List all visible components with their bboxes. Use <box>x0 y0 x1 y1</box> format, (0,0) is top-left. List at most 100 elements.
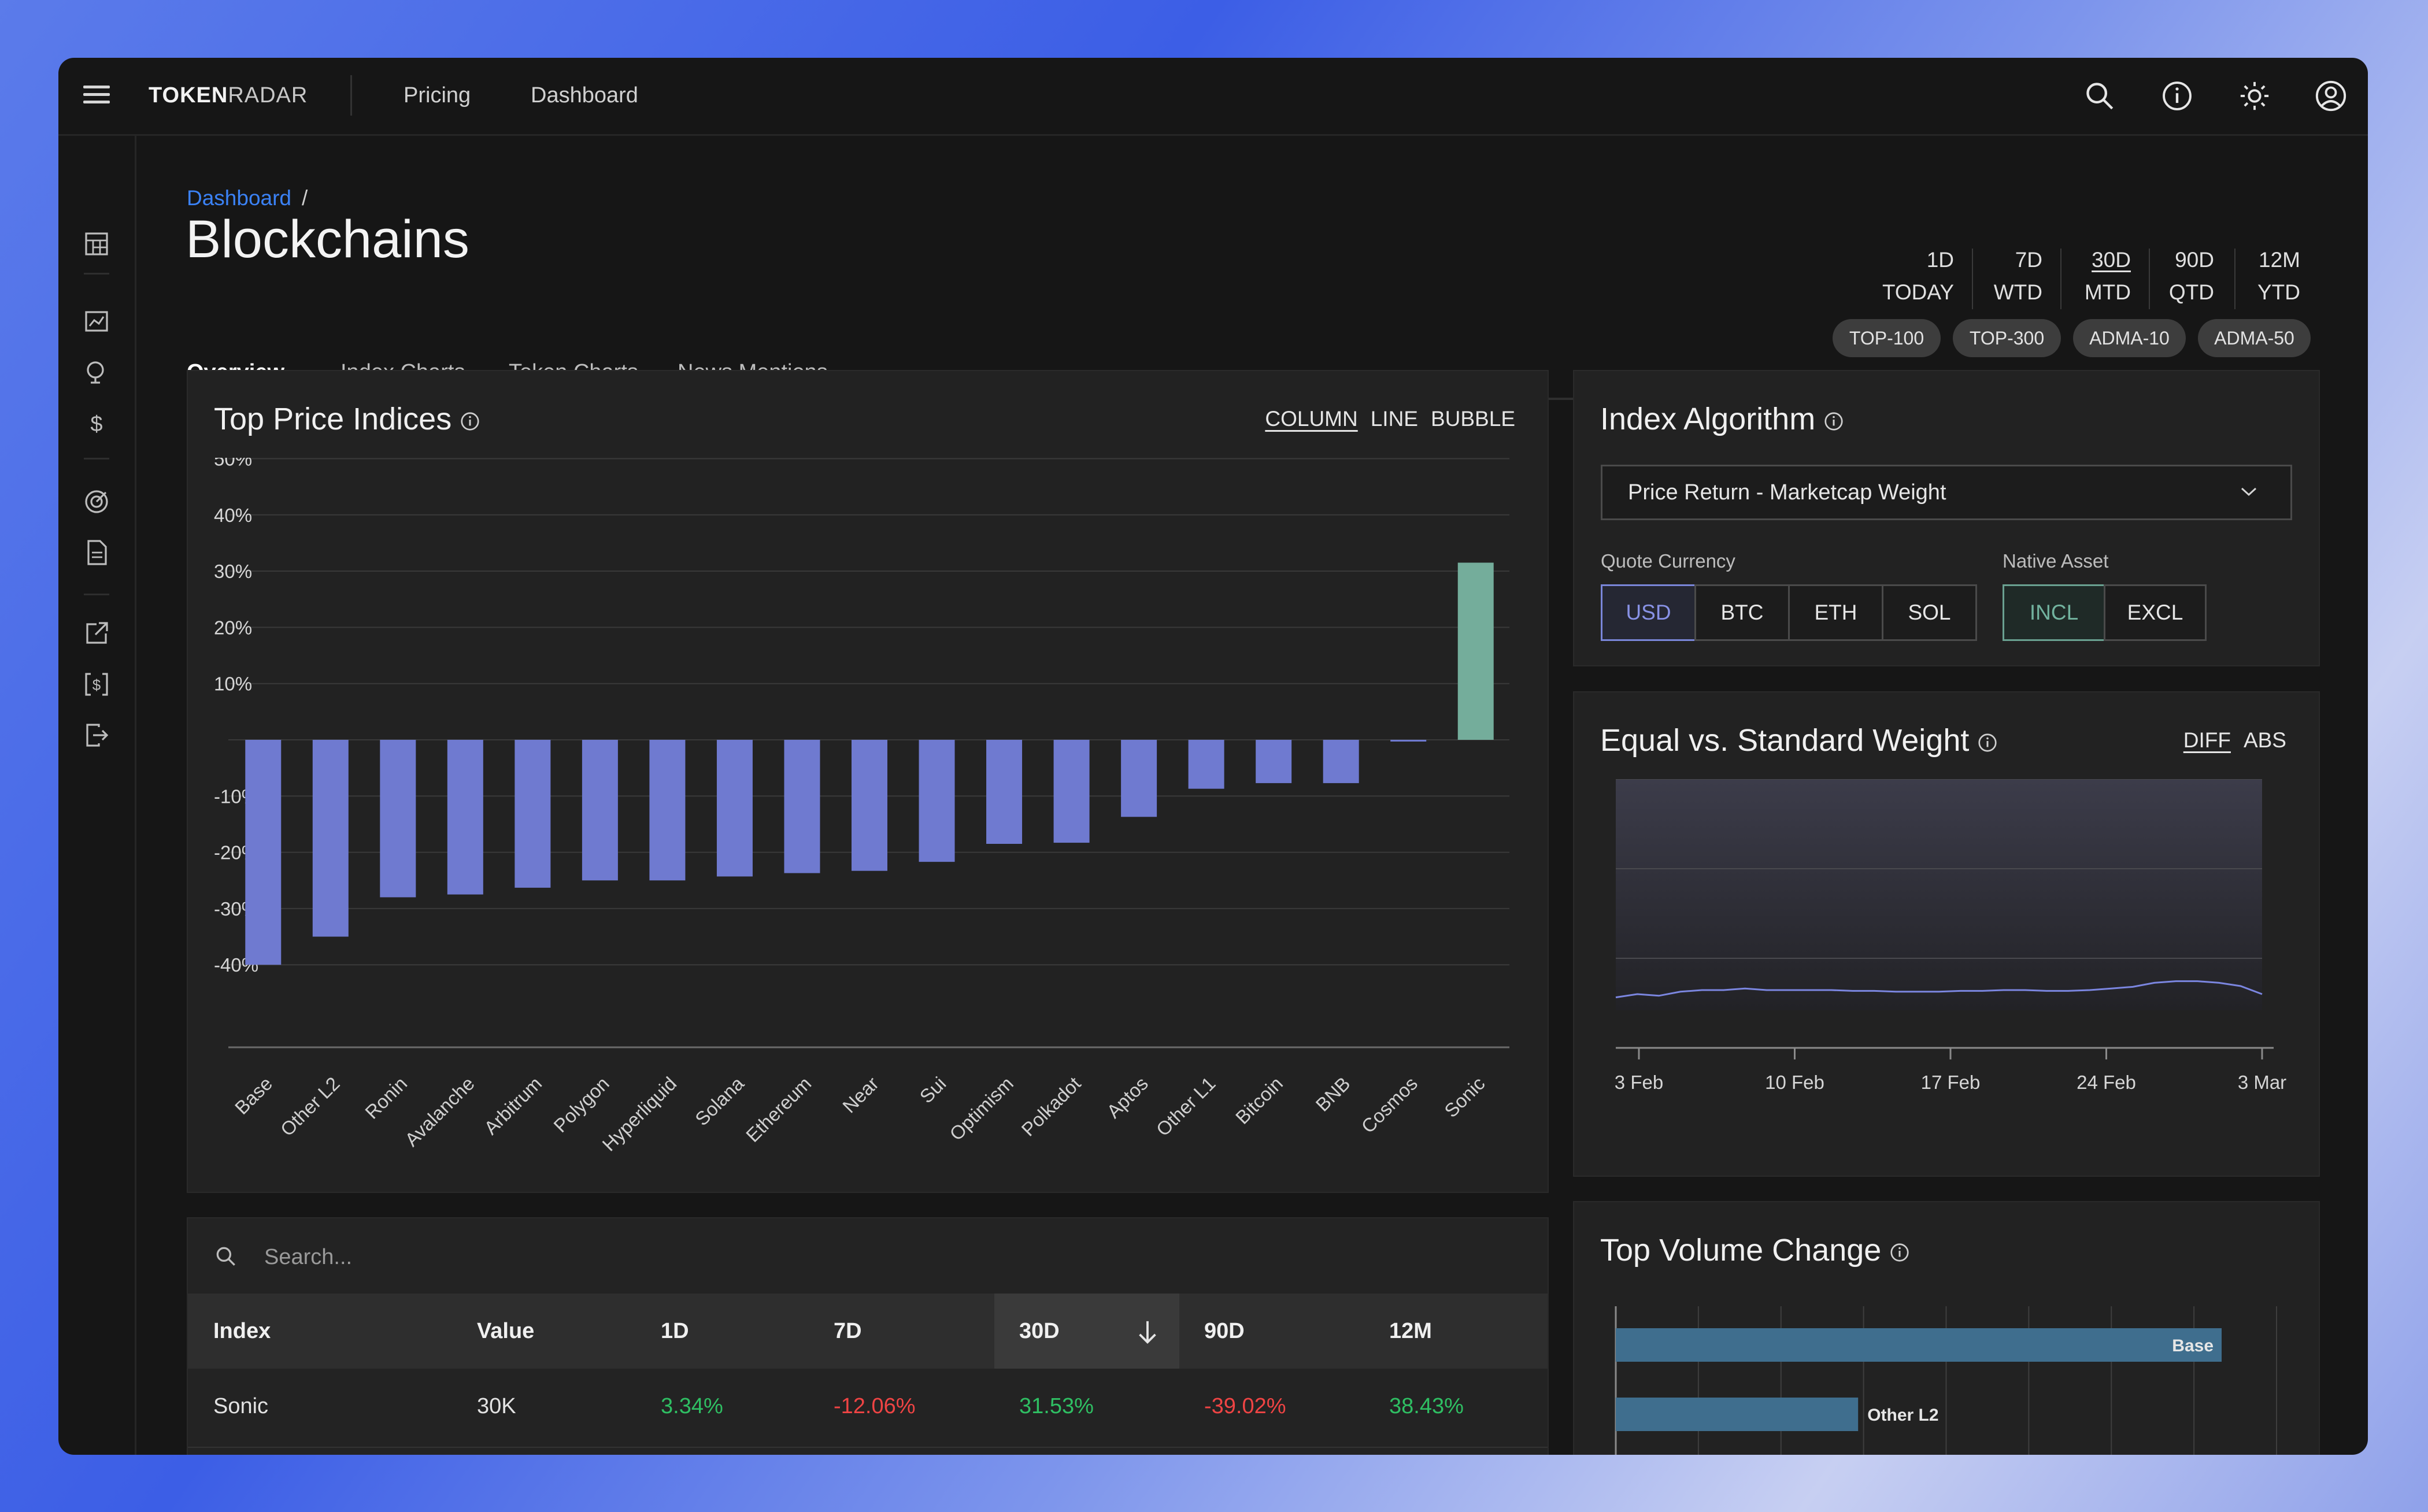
nav-pricing[interactable]: Pricing <box>404 83 471 108</box>
nav-dashboard[interactable]: Dashboard <box>531 83 638 108</box>
bar-hyperliquid <box>649 740 686 881</box>
view-bubble[interactable]: BUBBLE <box>1431 407 1515 431</box>
column-header-1d[interactable]: 1D <box>661 1319 689 1344</box>
filter-top-300[interactable]: TOP-300 <box>1953 319 2061 357</box>
column-header-90d[interactable]: 90D <box>1204 1319 1245 1344</box>
period-1d[interactable]: 1D TODAY <box>1882 244 1954 309</box>
price-bar-chart: 50%40%30%20%10%-10%-20%-30%-40%Base Other… <box>214 458 1509 1155</box>
x-tick-label: Polygon <box>549 1073 613 1136</box>
logout-icon[interactable] <box>83 721 110 749</box>
bar-base <box>1616 1328 2222 1362</box>
quote-currency-label: Quote Currency <box>1601 550 1735 572</box>
search-icon[interactable] <box>2083 79 2116 113</box>
x-tick-label: Base <box>231 1073 276 1118</box>
calendar-grid-icon[interactable] <box>83 230 110 258</box>
filter-adma-50[interactable]: ADMA-50 <box>2198 319 2311 357</box>
cell-90d: -39.02% <box>1204 1394 1286 1418</box>
algorithm-select[interactable]: Price Return - Marketcap Weight <box>1601 465 2292 520</box>
dollar-icon[interactable]: $ <box>83 409 110 437</box>
panel-title: Equal vs. Standard Weight <box>1600 722 1998 758</box>
period-12m[interactable]: 12M YTD <box>2257 244 2300 309</box>
bar-optimism <box>986 740 1023 844</box>
chart-area-background <box>1616 779 2262 1010</box>
column-header-7d[interactable]: 7D <box>834 1319 862 1344</box>
quote-sol-button[interactable]: SOL <box>1882 584 1977 641</box>
period-30d[interactable]: 30D MTD <box>2085 244 2131 309</box>
quote-eth-button[interactable]: ETH <box>1788 584 1883 641</box>
x-tick-label: Solana <box>691 1072 748 1129</box>
bar-arbitrum <box>515 740 551 888</box>
info-icon[interactable] <box>1889 1242 1910 1263</box>
info-icon[interactable] <box>2160 79 2194 113</box>
divider <box>350 75 352 116</box>
period-divider <box>2149 249 2150 309</box>
quote-usd-button[interactable]: USD <box>1601 584 1696 641</box>
x-tick-label: BNB <box>1311 1073 1354 1116</box>
bar-other-l2 <box>312 740 349 937</box>
x-tick-label: 17 Feb <box>1921 1072 1981 1093</box>
cell-7d: -12.06% <box>834 1394 916 1418</box>
view-diff[interactable]: DIFF <box>2183 728 2231 752</box>
bar-bitcoin <box>1256 740 1292 783</box>
filter-top-100[interactable]: TOP-100 <box>1833 319 1941 357</box>
bar-avalanche <box>447 740 483 895</box>
quote-btc-button[interactable]: BTC <box>1694 584 1790 641</box>
column-header-value[interactable]: Value <box>477 1319 534 1344</box>
period-90d[interactable]: 90D QTD <box>2169 244 2214 309</box>
top-bar: TOKENRADAR Pricing Dashboard <box>58 58 2368 136</box>
x-tick-label: Optimism <box>945 1073 1017 1145</box>
native-incl-button[interactable]: INCL <box>2003 584 2105 641</box>
filter-adma-10[interactable]: ADMA-10 <box>2073 319 2186 357</box>
external-link-icon[interactable] <box>83 620 110 647</box>
indices-table-panel: Index Value 1D 7D 30D 90D 12M Sonic 30K … <box>187 1217 1549 1455</box>
info-icon[interactable] <box>460 411 480 432</box>
view-abs[interactable]: ABS <box>2244 728 2286 752</box>
view-column[interactable]: COLUMN <box>1265 407 1357 431</box>
native-excl-button[interactable]: EXCL <box>2104 584 2207 641</box>
bar-base <box>245 740 282 965</box>
table-row[interactable]: Sonic 30K 3.34% -12.06% 31.53% -39.02% 3… <box>188 1369 1548 1448</box>
info-icon[interactable] <box>1977 732 1998 753</box>
menu-icon[interactable] <box>83 86 110 106</box>
bar-polkadot <box>1053 740 1090 843</box>
bar-near <box>852 740 887 871</box>
chevron-down-icon <box>2241 487 2257 496</box>
pricing-tag-icon[interactable]: $ <box>83 670 110 698</box>
panel-title: Top Price Indices <box>214 401 480 437</box>
bar-ethereum <box>784 740 820 873</box>
globe-icon[interactable] <box>83 358 110 386</box>
column-header-index[interactable]: Index <box>213 1319 271 1344</box>
panel-title: Index Algorithm <box>1600 401 1844 437</box>
user-icon[interactable] <box>2314 79 2348 113</box>
column-header-12m[interactable]: 12M <box>1389 1319 1432 1344</box>
info-icon[interactable] <box>1823 411 1844 432</box>
sort-descending-icon[interactable] <box>1136 1319 1159 1346</box>
cell-12m: 38.43% <box>1389 1394 1464 1418</box>
volume-bar-chart: Base Other L2 <box>1615 1306 2277 1455</box>
bar-polygon <box>582 740 618 881</box>
sidebar-divider <box>84 273 109 275</box>
brand-logo[interactable]: TOKENRADAR <box>149 83 308 108</box>
search-input[interactable] <box>263 1240 1364 1274</box>
cell-30d: 31.53% <box>1019 1394 1094 1418</box>
sidebar-divider <box>84 594 109 595</box>
target-icon[interactable] <box>83 488 110 516</box>
column-header-30d[interactable]: 30D <box>1019 1319 1060 1344</box>
bar-sonic <box>1457 562 1494 740</box>
breadcrumb-dashboard-link[interactable]: Dashboard <box>187 186 291 210</box>
x-tick-label: Other L1 <box>1152 1073 1220 1140</box>
svg-text:$: $ <box>90 412 102 436</box>
x-tick-label: 3 Feb <box>1615 1072 1663 1093</box>
volume-change-panel: Top Volume Change Base Other L2 <box>1573 1201 2320 1455</box>
y-tick-label: 10% <box>214 673 252 695</box>
chart-box-icon[interactable] <box>83 307 110 335</box>
x-tick-label: Sui <box>916 1073 950 1107</box>
bar-solana <box>716 740 753 877</box>
view-line[interactable]: LINE <box>1371 407 1418 431</box>
theme-toggle-icon[interactable] <box>2238 79 2271 113</box>
period-7d[interactable]: 7D WTD <box>1994 244 2042 309</box>
document-icon[interactable] <box>83 539 110 566</box>
y-tick-label: 50% <box>214 458 252 470</box>
period-divider <box>2234 249 2235 309</box>
weight-comparison-panel: Equal vs. Standard Weight DIFF ABS 3 Feb 1… <box>1573 691 2320 1177</box>
